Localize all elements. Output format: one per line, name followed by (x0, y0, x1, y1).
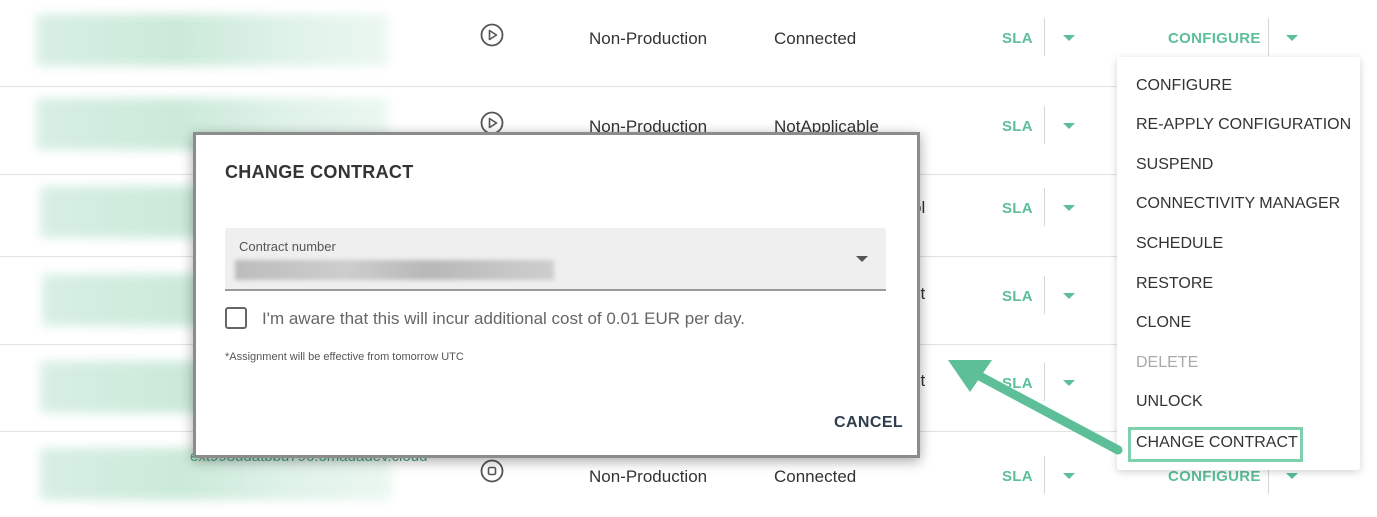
sla-dropdown-icon[interactable] (1063, 35, 1075, 41)
cost-acknowledge-label[interactable]: I'm aware that this will incur additiona… (262, 309, 745, 329)
cancel-button[interactable]: CANCEL (834, 414, 903, 432)
stop-circle-icon[interactable] (480, 459, 504, 483)
environment-name-redacted[interactable] (36, 14, 388, 66)
divider (1044, 106, 1045, 144)
sla-dropdown-icon[interactable] (1063, 473, 1075, 479)
divider (1268, 18, 1269, 56)
menu-item-restore[interactable]: RESTORE (1136, 275, 1213, 293)
menu-item-reapply-configuration[interactable]: RE-APPLY CONFIGURATION (1136, 116, 1351, 134)
sla-button[interactable]: SLA (1002, 288, 1033, 305)
contract-number-label: Contract number (239, 239, 336, 254)
play-circle-icon[interactable] (480, 23, 504, 47)
menu-item-configure[interactable]: CONFIGURE (1136, 77, 1232, 95)
dialog-title: CHANGE CONTRACT (225, 162, 414, 182)
sla-dropdown-icon[interactable] (1063, 205, 1075, 211)
environment-type: Non-Production (589, 467, 708, 486)
cost-acknowledge-checkbox[interactable] (225, 307, 247, 329)
sla-button[interactable]: SLA (1002, 118, 1033, 135)
menu-item-suspend[interactable]: SUSPEND (1136, 156, 1213, 174)
menu-item-clone[interactable]: CLONE (1136, 314, 1191, 332)
actions-menu: CONFIGURE RE-APPLY CONFIGURATION SUSPEND… (1117, 57, 1360, 470)
menu-item-unlock[interactable]: UNLOCK (1136, 393, 1203, 411)
menu-item-schedule[interactable]: SCHEDULE (1136, 235, 1223, 253)
divider (1044, 188, 1045, 226)
configure-button[interactable]: CONFIGURE (1168, 468, 1261, 485)
sla-button[interactable]: SLA (1002, 200, 1033, 217)
divider (1044, 276, 1045, 314)
menu-item-delete: DELETE (1136, 354, 1199, 371)
actions-dropdown-icon[interactable] (1286, 35, 1298, 41)
contract-number-select[interactable]: Contract number (225, 228, 886, 291)
divider (1044, 456, 1045, 494)
connection-status: Connected (774, 467, 857, 486)
contract-number-value-redacted (235, 260, 554, 280)
menu-item-connectivity-manager[interactable]: CONNECTIVITY MANAGER (1136, 195, 1340, 213)
assignment-note: *Assignment will be effective from tomor… (225, 351, 464, 363)
environment-type: Non-Production (589, 29, 708, 48)
configure-button[interactable]: CONFIGURE (1168, 30, 1261, 47)
chevron-down-icon[interactable] (856, 256, 868, 262)
sla-button[interactable]: SLA (1002, 468, 1033, 485)
sla-button[interactable]: SLA (1002, 30, 1033, 47)
connection-status: Connected (774, 29, 857, 48)
change-contract-dialog: CHANGE CONTRACT Contract number I'm awar… (193, 132, 920, 458)
sla-dropdown-icon[interactable] (1063, 293, 1075, 299)
actions-dropdown-icon[interactable] (1286, 473, 1298, 479)
sla-dropdown-icon[interactable] (1063, 123, 1075, 129)
divider (1044, 18, 1045, 56)
menu-item-change-contract[interactable]: CHANGE CONTRACT (1136, 434, 1298, 452)
annotation-arrow-icon (948, 360, 1123, 455)
